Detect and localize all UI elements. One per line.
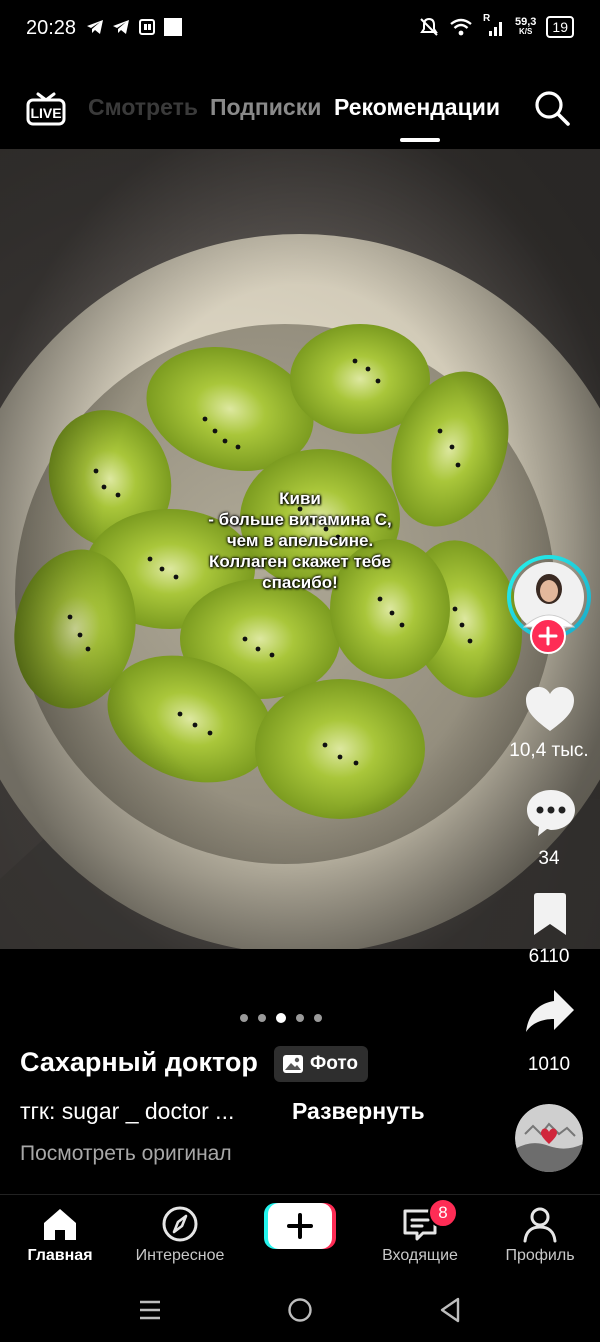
bookmark-icon: [534, 893, 566, 935]
network-speed-value: 59,3: [515, 16, 537, 28]
nav-profile-label: Профиль: [505, 1247, 575, 1264]
follow-plus-button[interactable]: [530, 618, 566, 654]
plus-icon: [538, 626, 558, 646]
slide-dot: [258, 1014, 266, 1022]
telegram-icon: [87, 20, 103, 34]
battery-level: 19: [552, 19, 568, 35]
notification-icons: [86, 18, 182, 36]
heart-icon: [526, 687, 574, 731]
slide-dot: [296, 1014, 304, 1022]
save-button[interactable]: [530, 892, 570, 938]
share-button[interactable]: [524, 988, 576, 1036]
comments-count: 34: [538, 848, 560, 869]
inbox-badge-count: 8: [438, 1203, 448, 1222]
search-icon[interactable]: [532, 88, 572, 128]
create-button[interactable]: [264, 1203, 336, 1249]
author-name[interactable]: Сахарный доктор: [20, 1047, 258, 1078]
photo-badge-label: Фото: [310, 1053, 359, 1074]
system-status-icons: R 59,3 K/S 19: [419, 13, 574, 38]
slide-dot: [314, 1014, 322, 1022]
compass-icon: [162, 1206, 198, 1242]
tab-subscriptions[interactable]: Подписки: [210, 94, 321, 121]
photo-badge: Фото: [274, 1046, 369, 1082]
tab-recommendations[interactable]: Рекомендации: [334, 94, 500, 121]
network-speed-unit: K/S: [519, 27, 533, 36]
square-icon: [164, 18, 182, 36]
likes-count: 10,4 тыс.: [509, 740, 589, 761]
home-icon: [44, 1209, 76, 1240]
comment-icon: [527, 790, 575, 836]
signal-icon: R: [483, 13, 505, 37]
profile-icon: [523, 1207, 557, 1243]
back-icon[interactable]: [438, 1297, 462, 1323]
slide-indicator: [240, 1013, 322, 1023]
image-icon: [283, 1055, 303, 1073]
tab-watch[interactable]: Смотреть: [88, 94, 198, 121]
nav-discover-label: Интересное: [135, 1247, 225, 1264]
shares-count: 1010: [527, 1054, 571, 1075]
inbox-badge: 8: [428, 1198, 458, 1228]
live-icon[interactable]: LIVE: [26, 88, 66, 128]
battery-icon: 19: [546, 16, 574, 38]
wifi-icon: [450, 18, 472, 36]
create-plus-icon: [264, 1203, 336, 1249]
saves-count: 6110: [528, 946, 570, 967]
status-time: 20:28: [26, 17, 77, 39]
sound-disc-icon[interactable]: [515, 1104, 583, 1172]
post-description: тгк: sugar _ doctor ...: [20, 1098, 235, 1124]
cast-icon: [139, 19, 155, 35]
telegram-icon: [113, 20, 129, 34]
recents-icon[interactable]: [138, 1298, 162, 1322]
slide-dot: [276, 1013, 286, 1023]
comments-button[interactable]: [525, 788, 577, 838]
home-circle-icon[interactable]: [287, 1297, 313, 1323]
photo-caption: Киви - больше витамина С, чем в апельсин…: [208, 489, 392, 592]
live-label: LIVE: [30, 105, 61, 121]
active-tab-indicator: [400, 138, 440, 142]
expand-button[interactable]: Развернуть: [292, 1098, 425, 1125]
like-button[interactable]: [524, 684, 576, 736]
view-original-link[interactable]: Посмотреть оригинал: [20, 1142, 232, 1166]
nav-inbox-label: Входящие: [382, 1247, 458, 1264]
share-arrow-icon: [526, 990, 574, 1032]
nav-home-label: Главная: [27, 1247, 93, 1264]
mute-bell-icon: [420, 17, 438, 36]
slide-dot: [240, 1014, 248, 1022]
network-speed: 59,3 K/S: [515, 17, 536, 37]
